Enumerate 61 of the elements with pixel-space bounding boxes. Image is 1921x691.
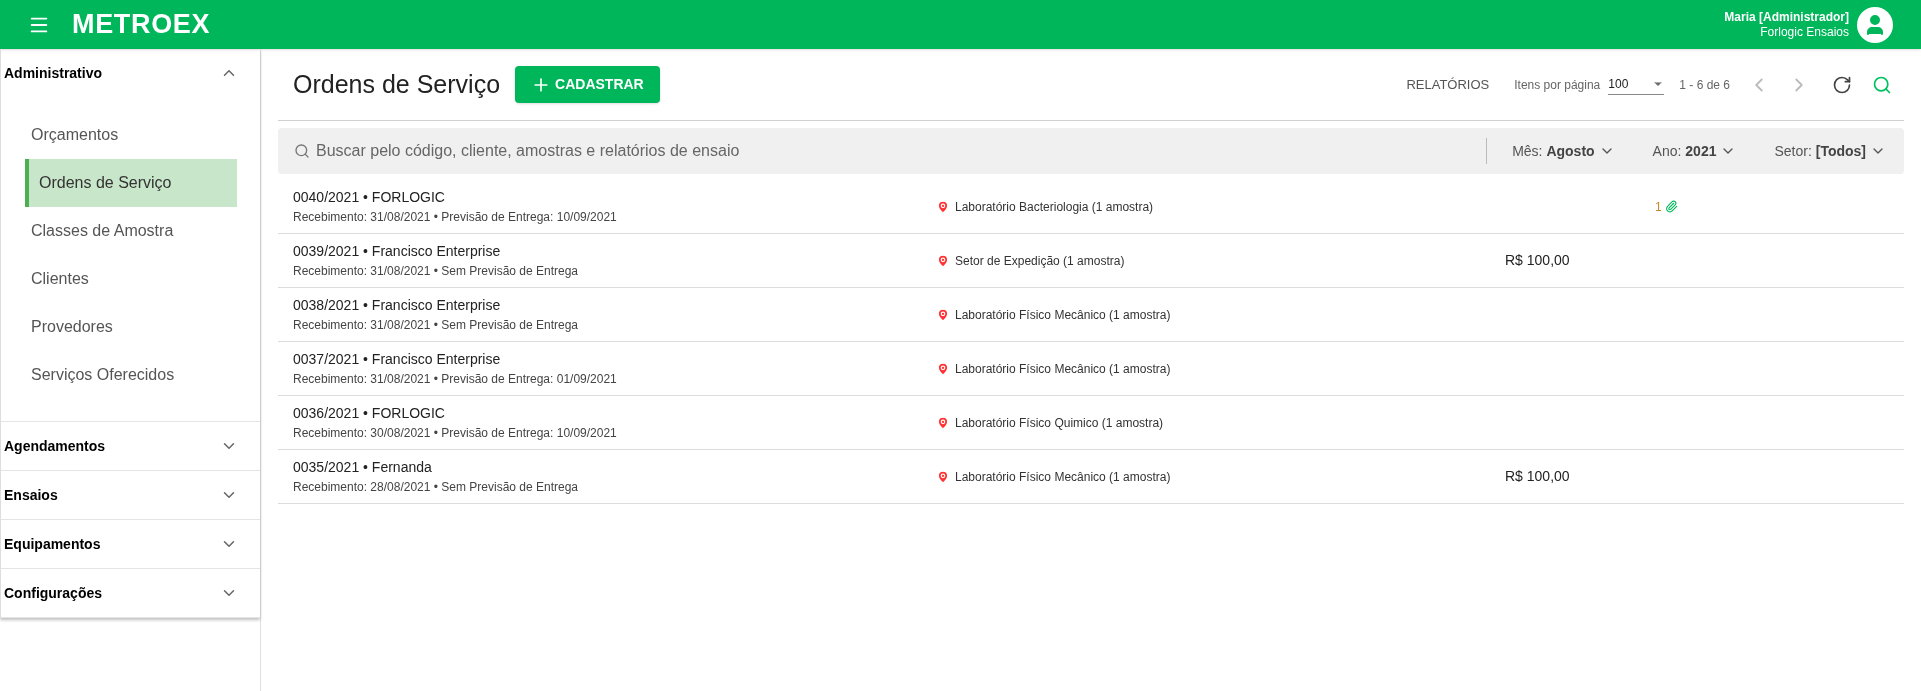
order-row[interactable]: 0038/2021 • Francisco Enterprise Recebimento: 31/08/2021 • Sem Previsão de Entrega Laboratório Físico Mecânico (1 amostra) — [278, 288, 1904, 342]
order-title: 0038/2021 • Francisco Enterprise — [293, 296, 502, 315]
location-pin-icon — [936, 199, 950, 214]
sidebar-item[interactable]: Ordens de Serviço — [25, 159, 237, 207]
order-dates: Recebimento: 31/08/2021 • Sem Previsão de Entrega — [293, 263, 580, 280]
search-field[interactable]: Buscar pelo código, cliente, amostras e relatórios de ensaio Mês: Agosto Ano: 2021 Setor: [Todos] — [278, 128, 1904, 174]
user-name: Maria [Administrador] — [1724, 9, 1849, 25]
order-title: 0035/2021 • Fernanda — [293, 458, 433, 477]
order-location: Laboratório Físico Mecânico (1 amostra) — [955, 468, 1172, 486]
search-icon — [294, 143, 310, 159]
order-dates: Recebimento: 31/08/2021 • Sem Previsão de Entrega — [293, 317, 580, 334]
order-value: R$ 100,00 — [1505, 251, 1571, 270]
user-company: Forlogic Ensaios — [1760, 24, 1849, 40]
avatar-icon[interactable] — [1857, 6, 1893, 43]
sidebar-item[interactable]: Orçamentos — [25, 111, 237, 159]
attachment-count: 1 — [1655, 198, 1662, 216]
location-pin-icon — [936, 307, 950, 322]
filter-dropdown[interactable]: Mês: Agosto — [1512, 140, 1615, 162]
order-row[interactable]: 0039/2021 • Francisco Enterprise Recebimento: 31/08/2021 • Sem Previsão de Entrega Setor de Expedição (1 amostra) R$ 100,00 — [278, 234, 1904, 288]
order-row[interactable]: 0036/2021 • FORLOGIC Recebimento: 30/08/2021 • Previsão de Entrega: 10/09/2021 Laboratório Físico Quimico (1 amostra) — [278, 396, 1904, 450]
order-title: 0036/2021 • FORLOGIC — [293, 404, 446, 423]
per-page-select[interactable]: 100 — [1608, 74, 1665, 95]
sidebar-item[interactable]: Provedores — [25, 303, 237, 351]
sidebar-item[interactable]: Clientes — [25, 255, 237, 303]
location-pin-icon — [936, 415, 950, 430]
order-dates: Recebimento: 31/08/2021 • Previsão de Entrega: 10/09/2021 — [293, 209, 618, 226]
order-dates: Recebimento: 31/08/2021 • Previsão de Entrega: 01/09/2021 — [293, 371, 618, 388]
order-location: Laboratório Bacteriologia (1 amostra) — [955, 198, 1155, 216]
sidebar-item[interactable]: Classes de Amostra — [25, 207, 237, 255]
order-title: 0037/2021 • Francisco Enterprise — [293, 350, 502, 369]
search-icon[interactable] — [1872, 74, 1892, 95]
refresh-icon[interactable] — [1832, 74, 1852, 95]
order-value: R$ 100,00 — [1505, 467, 1571, 486]
sidebar-item[interactable]: Serviços Oferecidos — [25, 351, 237, 399]
sidebar-section[interactable]: Equipamentos — [1, 520, 260, 568]
sidebar-section[interactable]: Administrativo — [1, 49, 260, 97]
order-location: Laboratório Físico Mecânico (1 amostra) — [955, 306, 1172, 324]
order-title: 0040/2021 • FORLOGIC — [293, 188, 446, 207]
order-dates: Recebimento: 28/08/2021 • Sem Previsão de Entrega — [293, 479, 580, 496]
sidebar-section[interactable]: Ensaios — [1, 471, 260, 519]
location-pin-icon — [936, 253, 950, 268]
order-row[interactable]: 0040/2021 • FORLOGIC Recebimento: 31/08/2021 • Previsão de Entrega: 10/09/2021 Laboratório Bacteriologia (1 amostra) 1 — [278, 180, 1904, 234]
sidebar-section[interactable]: Configurações — [1, 569, 260, 617]
reports-link[interactable]: RELATÓRIOS — [1406, 74, 1490, 95]
order-dates: Recebimento: 30/08/2021 • Previsão de Entrega: 10/09/2021 — [293, 425, 618, 442]
filter-dropdown[interactable]: Ano: 2021 — [1652, 140, 1737, 162]
location-pin-icon — [936, 469, 950, 484]
page-title: Ordens de Serviço — [293, 68, 501, 100]
page-range: 1 - 6 de 6 — [1679, 76, 1730, 94]
app-logo: METROEX — [72, 8, 211, 42]
order-row[interactable]: 0037/2021 • Francisco Enterprise Recebimento: 31/08/2021 • Previsão de Entrega: 01/09/2021 Laboratório Físico Mecânico (1 amostra) — [278, 342, 1904, 396]
sidebar-section[interactable]: Agendamentos — [1, 422, 260, 470]
paperclip-icon[interactable] — [1664, 200, 1678, 213]
order-location: Setor de Expedição (1 amostra) — [955, 252, 1126, 270]
order-location: Laboratório Físico Quimico (1 amostra) — [955, 414, 1165, 432]
order-title: 0039/2021 • Francisco Enterprise — [293, 242, 502, 261]
per-page-label: Itens por página — [1514, 76, 1601, 94]
location-pin-icon — [936, 361, 950, 376]
filter-dropdown[interactable]: Setor: [Todos] — [1774, 140, 1886, 162]
order-location: Laboratório Físico Mecânico (1 amostra) — [955, 360, 1172, 378]
order-row[interactable]: 0035/2021 • Fernanda Recebimento: 28/08/2021 • Sem Previsão de Entrega Laboratório Físico Mecânico (1 amostra) R$ 100,00 — [278, 450, 1904, 504]
